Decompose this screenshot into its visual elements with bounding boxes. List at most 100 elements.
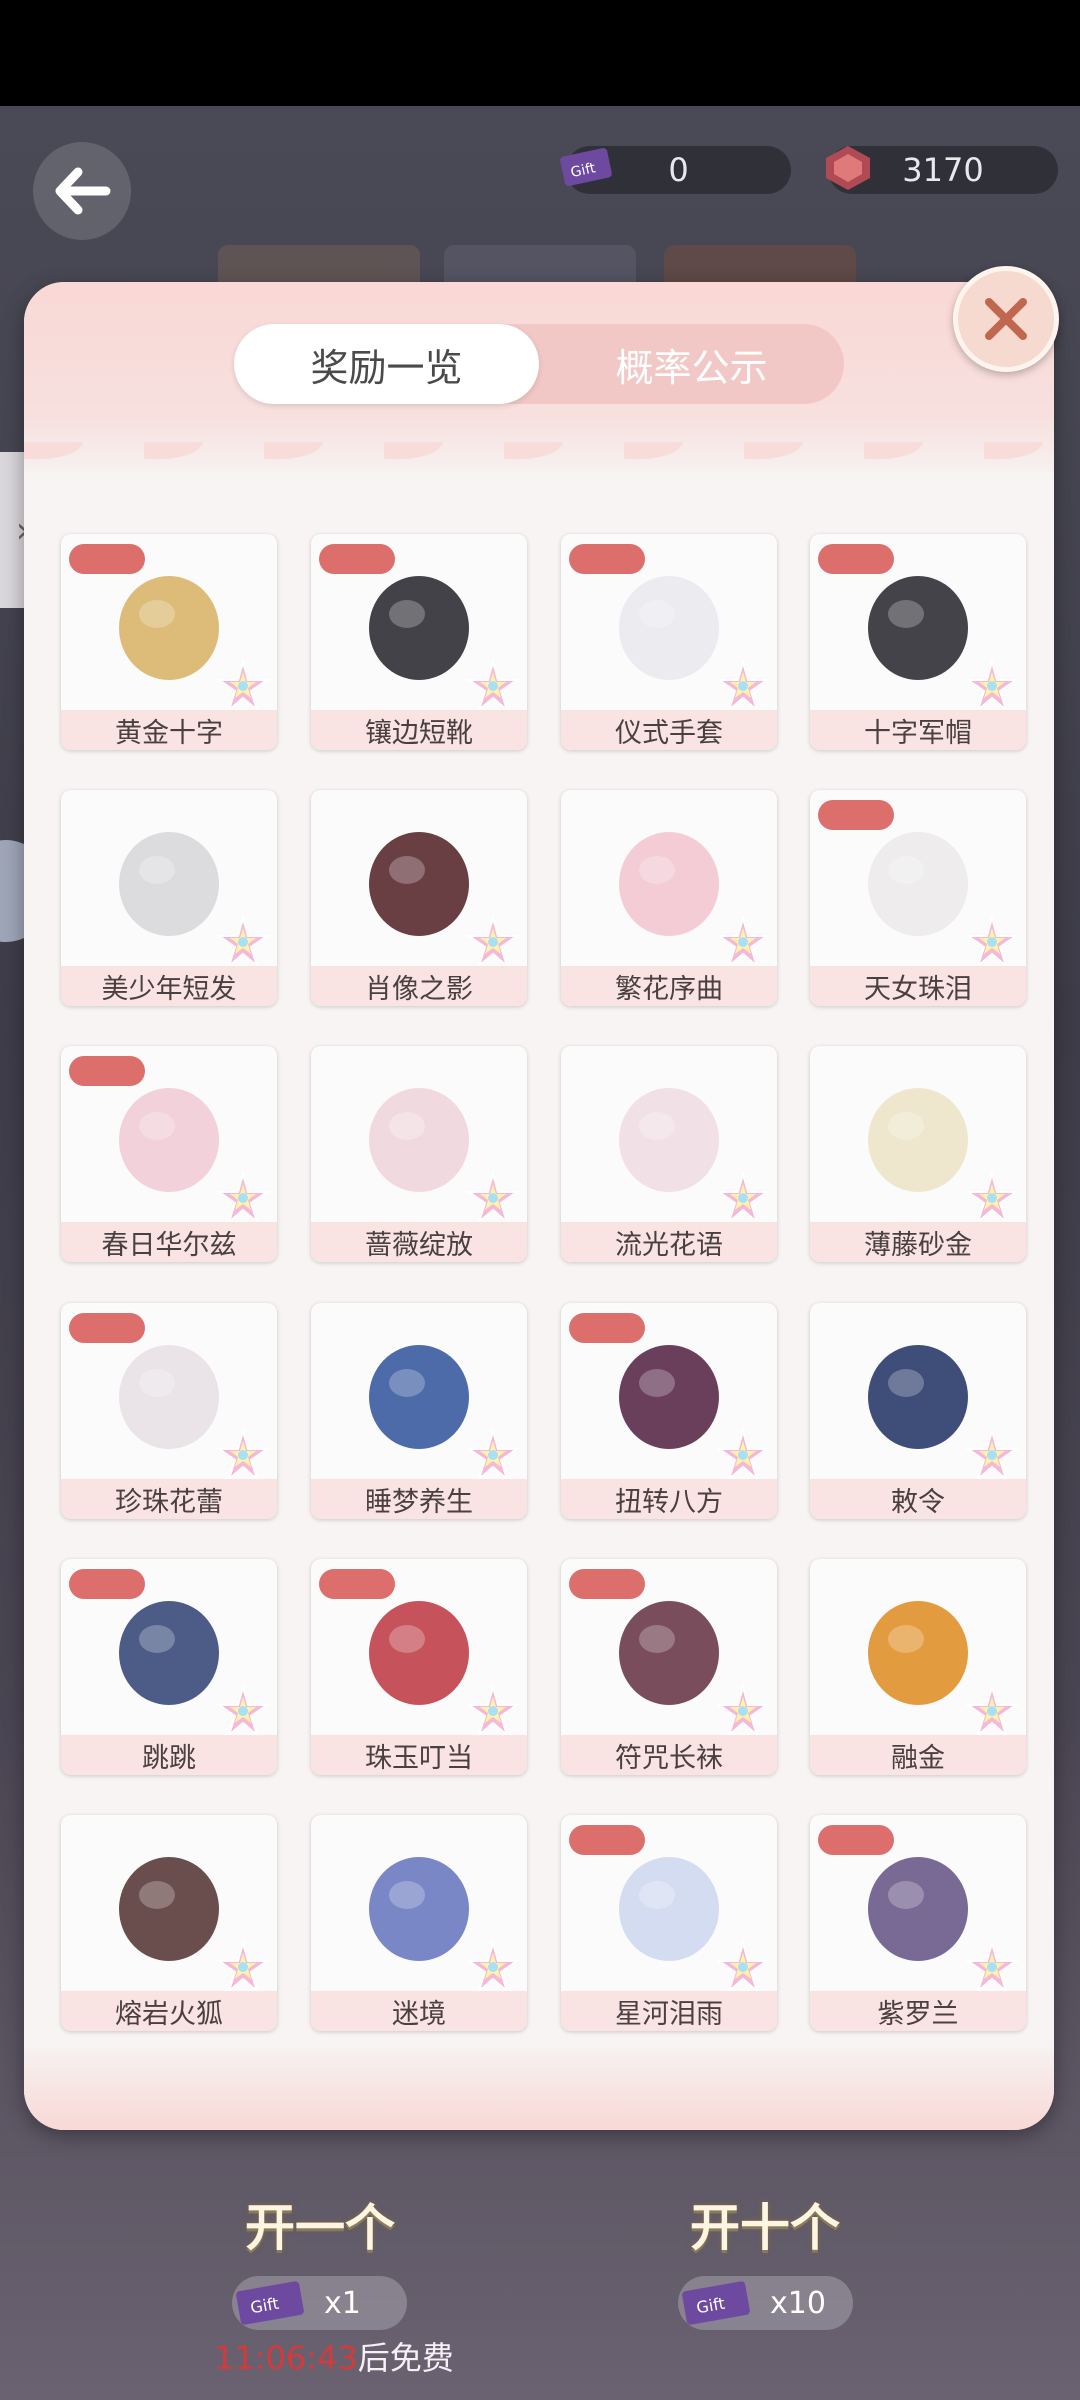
reward-item-card[interactable]: 流光花语 xyxy=(561,1046,777,1262)
reward-item-card[interactable]: 珍珠花蕾 xyxy=(61,1303,277,1519)
reward-item-card[interactable]: 融金 xyxy=(810,1559,1026,1775)
rainbow-star-icon xyxy=(467,1685,519,1737)
reward-modal: 奖励一览 概率公示 黄金十字 镶边短靴 仪式手套 十字军帽美少年短发 肖像之影 繁花序曲天… xyxy=(24,282,1054,2130)
reward-item-name: 流光花语 xyxy=(561,1222,777,1262)
rainbow-star-icon xyxy=(217,1172,269,1224)
tab-group: 奖励一览 概率公示 xyxy=(234,324,844,404)
back-button[interactable] xyxy=(33,142,131,240)
reward-item-card[interactable]: 繁花序曲 xyxy=(561,790,777,1006)
reward-item-card[interactable]: 天女珠泪 xyxy=(810,790,1026,1006)
rainbow-star-icon xyxy=(217,916,269,968)
reward-item-name: 熔岩火狐 xyxy=(61,1991,277,2031)
gem-icon xyxy=(826,146,870,190)
open-one-button[interactable]: 开一个 xyxy=(225,2150,435,2280)
tab-probability[interactable]: 概率公示 xyxy=(539,324,844,404)
ticket-counter[interactable]: Gift 0 xyxy=(560,146,791,194)
gem-count: 3170 xyxy=(902,151,984,189)
reward-item-name: 紫罗兰 xyxy=(810,1991,1026,2031)
open-ten-button[interactable]: 开十个 xyxy=(660,2150,870,2280)
gift-ticket-icon: Gift xyxy=(236,2281,304,2325)
rainbow-star-icon xyxy=(966,660,1018,712)
reward-item-name: 十字军帽 xyxy=(810,710,1026,750)
reward-item-name: 敕令 xyxy=(810,1479,1026,1519)
rainbow-star-icon xyxy=(467,916,519,968)
close-button[interactable] xyxy=(953,266,1059,372)
free-countdown-suffix: 后免费 xyxy=(357,2339,454,2377)
rainbow-star-icon xyxy=(217,1685,269,1737)
rainbow-star-icon xyxy=(217,1429,269,1481)
open-one-label: 开一个 xyxy=(245,2199,395,2257)
reward-item-name: 扭转八方 xyxy=(561,1479,777,1519)
reward-item-card[interactable]: 镶边短靴 xyxy=(311,534,527,750)
reward-item-name: 繁花序曲 xyxy=(561,966,777,1006)
reward-item-card[interactable]: 薄藤砂金 xyxy=(810,1046,1026,1262)
rainbow-star-icon xyxy=(966,1941,1018,1993)
reward-item-name: 天女珠泪 xyxy=(810,966,1026,1006)
reward-item-name: 跳跳 xyxy=(61,1735,277,1775)
reward-item-name: 星河泪雨 xyxy=(561,1991,777,2031)
reward-item-card[interactable]: 美少年短发 xyxy=(61,790,277,1006)
rainbow-star-icon xyxy=(217,1941,269,1993)
status-bar xyxy=(0,0,1080,106)
modal-header: 奖励一览 概率公示 xyxy=(24,282,1054,482)
rainbow-star-icon xyxy=(467,1172,519,1224)
rainbow-star-icon xyxy=(966,1429,1018,1481)
rainbow-star-icon xyxy=(467,1941,519,1993)
reward-item-card[interactable]: 春日华尔兹 xyxy=(61,1046,277,1262)
close-icon xyxy=(985,298,1027,340)
rainbow-star-icon xyxy=(717,1685,769,1737)
arrow-left-icon xyxy=(55,167,111,215)
reward-item-card[interactable]: 睡梦养生 xyxy=(311,1303,527,1519)
reward-item-card[interactable]: 扭转八方 xyxy=(561,1303,777,1519)
rainbow-star-icon xyxy=(966,1172,1018,1224)
gift-ticket-icon: Gift xyxy=(560,148,612,186)
reward-item-name: 蔷薇绽放 xyxy=(311,1222,527,1262)
rainbow-star-icon xyxy=(217,660,269,712)
cost-ten-pill: Gift x10 xyxy=(678,2276,853,2330)
rainbow-star-icon xyxy=(467,660,519,712)
open-ten-label: 开十个 xyxy=(690,2199,840,2257)
reward-item-card[interactable]: 肖像之影 xyxy=(311,790,527,1006)
rainbow-star-icon xyxy=(717,916,769,968)
reward-item-name: 融金 xyxy=(810,1735,1026,1775)
reward-item-card[interactable]: 珠玉叮当 xyxy=(311,1559,527,1775)
cost-ten-text: x10 xyxy=(770,2285,826,2321)
tab-reward-list[interactable]: 奖励一览 xyxy=(234,324,539,404)
reward-item-name: 睡梦养生 xyxy=(311,1479,527,1519)
reward-item-name: 肖像之影 xyxy=(311,966,527,1006)
reward-item-name: 珠玉叮当 xyxy=(311,1735,527,1775)
rainbow-star-icon xyxy=(966,1685,1018,1737)
cost-one-text: x1 xyxy=(324,2285,361,2321)
reward-item-card[interactable]: 仪式手套 xyxy=(561,534,777,750)
reward-item-card[interactable]: 跳跳 xyxy=(61,1559,277,1775)
gift-ticket-icon: Gift xyxy=(682,2281,750,2325)
reward-item-name: 镶边短靴 xyxy=(311,710,527,750)
reward-item-card[interactable]: 十字军帽 xyxy=(810,534,1026,750)
reward-item-name: 符咒长袜 xyxy=(561,1735,777,1775)
rainbow-star-icon xyxy=(717,660,769,712)
reward-item-card[interactable]: 迷境 xyxy=(311,1815,527,2031)
free-countdown: 11:06:43后免费 xyxy=(214,2333,454,2379)
modal-footer xyxy=(24,2048,1054,2130)
rainbow-star-icon xyxy=(966,916,1018,968)
rainbow-star-icon xyxy=(717,1172,769,1224)
reward-item-name: 迷境 xyxy=(311,1991,527,2031)
reward-item-card[interactable]: 符咒长袜 xyxy=(561,1559,777,1775)
gem-counter[interactable]: 3170 xyxy=(826,146,1058,194)
free-countdown-time: 11:06:43 xyxy=(214,2339,358,2377)
reward-item-name: 春日华尔兹 xyxy=(61,1222,277,1262)
reward-item-card[interactable]: 蔷薇绽放 xyxy=(311,1046,527,1262)
reward-item-card[interactable]: 熔岩火狐 xyxy=(61,1815,277,2031)
cost-one-pill: Gift x1 xyxy=(232,2276,407,2330)
reward-item-name: 薄藤砂金 xyxy=(810,1222,1026,1262)
reward-item-name: 仪式手套 xyxy=(561,710,777,750)
reward-item-card[interactable]: 星河泪雨 xyxy=(561,1815,777,2031)
ticket-count: 0 xyxy=(668,151,689,189)
rainbow-star-icon xyxy=(717,1941,769,1993)
reward-item-name: 美少年短发 xyxy=(61,966,277,1006)
reward-item-card[interactable]: 紫罗兰 xyxy=(810,1815,1026,2031)
rainbow-star-icon xyxy=(467,1429,519,1481)
reward-item-card[interactable]: 黄金十字 xyxy=(61,534,277,750)
reward-item-name: 珍珠花蕾 xyxy=(61,1479,277,1519)
reward-item-card[interactable]: 敕令 xyxy=(810,1303,1026,1519)
